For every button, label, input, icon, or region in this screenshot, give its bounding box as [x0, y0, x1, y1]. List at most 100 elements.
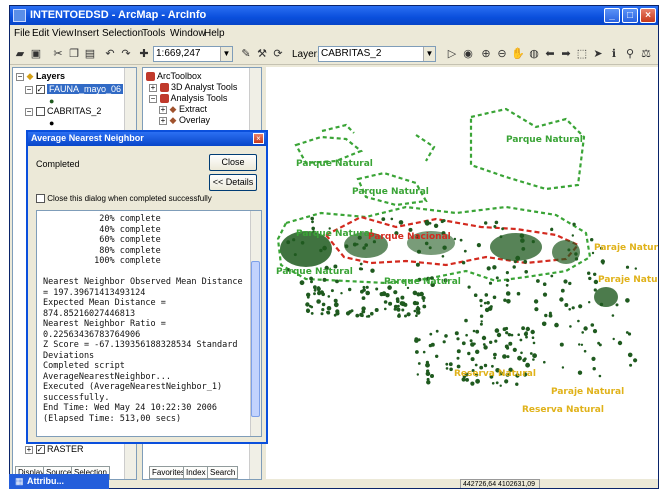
add-data-icon[interactable]: ✚	[136, 46, 152, 62]
expand-icon[interactable]: +	[25, 445, 33, 454]
maximize-button[interactable]: □	[622, 8, 638, 23]
layer-name[interactable]: CABRITAS_2	[47, 106, 101, 116]
close-button[interactable]: Close	[209, 154, 257, 171]
layer-name[interactable]: RASTER	[47, 444, 84, 454]
minimize-button[interactable]: _	[604, 8, 620, 23]
dialog-close-icon[interactable]: ×	[253, 133, 264, 144]
map-view[interactable]: Parque Natural Parque Natural Parque Nat…	[266, 67, 658, 479]
observation-point	[523, 259, 528, 264]
expand-icon[interactable]: +	[159, 105, 167, 114]
observation-point	[492, 265, 497, 270]
layer-name[interactable]: FAUNA_mayo_06	[47, 84, 124, 94]
forward-icon[interactable]: ➡	[558, 46, 574, 62]
toc-layer-cabritas[interactable]: − CABRITAS_2	[25, 106, 101, 117]
arctoolbox-root[interactable]: ArcToolbox	[146, 71, 202, 82]
observation-point	[444, 334, 448, 338]
observation-point	[587, 271, 591, 275]
redo-icon[interactable]: ↷	[118, 46, 134, 62]
layer-visibility-checkbox[interactable]: ✓	[35, 85, 45, 95]
observation-point	[330, 289, 334, 293]
collapse-icon[interactable]: −	[25, 85, 33, 94]
toc-layer-raster[interactable]: + ✓ RASTER	[25, 444, 84, 455]
menu-help[interactable]: Help	[204, 28, 225, 39]
open-icon[interactable]: ▰	[12, 46, 28, 62]
menu-file[interactable]: File	[14, 28, 30, 39]
observation-point	[512, 265, 516, 269]
pointer-icon[interactable]: ➤	[590, 46, 606, 62]
tab-search[interactable]: Search	[207, 466, 239, 479]
undo-icon[interactable]: ↶	[102, 46, 118, 62]
log-scrollbar[interactable]	[250, 211, 261, 436]
back-icon[interactable]: ⬅	[542, 46, 558, 62]
zoom-in-icon[interactable]: ⊕	[478, 46, 494, 62]
table-icon: ▦	[15, 476, 24, 486]
find-icon[interactable]: ⚲	[622, 46, 638, 62]
identify-icon[interactable]: ℹ	[606, 46, 622, 62]
full-extent-icon[interactable]: ◍	[526, 46, 542, 62]
play-icon[interactable]: ▷	[444, 46, 460, 62]
close-when-done-option[interactable]: Close this dialog when completed success…	[36, 194, 212, 204]
menu-edit[interactable]: Edit	[32, 28, 49, 39]
observation-point	[362, 288, 366, 292]
observation-point	[421, 295, 426, 301]
layers-icon: ◆	[26, 71, 34, 81]
observation-point	[560, 288, 565, 293]
observation-point	[393, 304, 398, 309]
observation-point	[321, 308, 325, 312]
scrollbar-thumb[interactable]	[251, 261, 260, 417]
observation-point	[494, 328, 500, 333]
details-button[interactable]: << Details	[209, 174, 257, 191]
layer-visibility-checkbox[interactable]	[35, 107, 45, 117]
observation-point	[588, 301, 591, 304]
observation-point	[422, 299, 425, 303]
chevron-down-icon[interactable]: ▼	[220, 47, 232, 61]
zoom-out-icon[interactable]: ⊖	[494, 46, 510, 62]
observation-point	[424, 219, 430, 225]
expand-icon[interactable]: +	[159, 116, 167, 125]
tab-index[interactable]: Index	[183, 466, 209, 479]
observation-point	[445, 367, 449, 370]
menu-window[interactable]: Window	[170, 28, 206, 39]
expand-icon[interactable]: +	[149, 83, 157, 92]
observation-point	[588, 276, 592, 281]
close-window-button[interactable]: ×	[640, 8, 656, 23]
menu-tools[interactable]: Tools	[142, 28, 165, 39]
select-features-icon[interactable]: ⬚	[574, 46, 590, 62]
map-label-parque-natural: Parque Natural	[296, 159, 373, 169]
collapse-icon[interactable]: −	[149, 94, 157, 103]
pan-icon[interactable]: ✋	[510, 46, 526, 62]
toolbox-item-analysis[interactable]: − Analysis Tools	[149, 93, 227, 104]
arcmap-window: INTENTOEDSD - ArcMap - ArcInfo _ □ × Fil…	[9, 5, 659, 489]
copy-icon[interactable]: ❐	[66, 46, 82, 62]
observation-point	[517, 333, 520, 337]
cut-icon[interactable]: ✂	[50, 46, 66, 62]
measure-icon[interactable]: ⚖	[638, 46, 654, 62]
close-when-done-checkbox[interactable]	[36, 194, 45, 204]
step-icon[interactable]: ◉	[460, 46, 476, 62]
observation-point	[322, 245, 327, 251]
collapse-icon[interactable]: −	[16, 72, 24, 81]
toolbox-item-overlay[interactable]: + ◆ Overlay	[159, 115, 210, 126]
toc-layer-fauna[interactable]: − ✓ FAUNA_mayo_06	[25, 84, 124, 95]
scale-combo[interactable]: 1:669,247 ▼	[153, 46, 233, 62]
toolbox-item-3d[interactable]: + 3D Analyst Tools	[149, 82, 237, 93]
toolbox-icon[interactable]: ⚒	[254, 46, 270, 62]
refresh-icon[interactable]: ⟳	[270, 46, 286, 62]
layer-visibility-checkbox[interactable]: ✓	[35, 445, 45, 455]
menu-insert[interactable]: Insert	[74, 28, 99, 39]
toc-root[interactable]: − ◆ Layers	[16, 71, 65, 82]
observation-point	[506, 299, 511, 304]
collapse-icon[interactable]: −	[25, 107, 33, 116]
map-horizontal-scrollbar[interactable]: 442726,64 4102631,09 Meters	[266, 479, 658, 488]
chevron-down-icon[interactable]: ▼	[423, 47, 435, 61]
toolbox-item-extract[interactable]: + ◆ Extract	[159, 104, 207, 115]
editor-icon[interactable]: ✎	[238, 46, 254, 62]
menu-selection[interactable]: Selection	[102, 28, 143, 39]
taskbar-item[interactable]: ▦ Attribu...	[9, 474, 109, 489]
save-icon[interactable]: ▣	[28, 46, 44, 62]
observation-point	[580, 343, 584, 346]
observation-point	[592, 329, 598, 334]
layer-combo[interactable]: CABRITAS_2 ▼	[318, 46, 436, 62]
menu-view[interactable]: View	[52, 28, 74, 39]
paste-icon[interactable]: ▤	[82, 46, 98, 62]
